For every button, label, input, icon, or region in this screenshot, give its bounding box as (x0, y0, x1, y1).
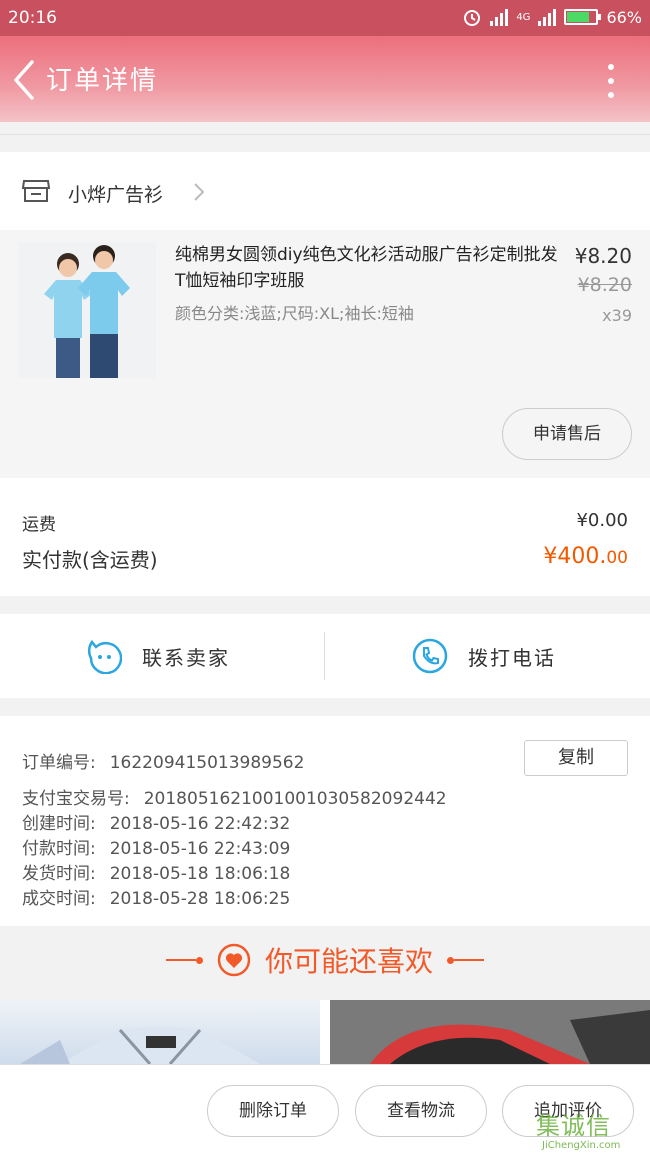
contact-bar: 联系卖家 拨打电话 (0, 614, 650, 698)
heart-circle-icon (217, 943, 251, 977)
back-arrow-icon[interactable] (10, 58, 40, 102)
after-sale-button[interactable]: 申请售后 (502, 408, 632, 460)
order-info: 订单编号: 162209415013989562 复制 支付宝交易号: 201805… (0, 716, 650, 926)
battery-level: 66% (606, 7, 642, 27)
recommend-header: 你可能还喜欢 (0, 926, 650, 994)
order-number-label: 订单编号: (22, 753, 96, 773)
shop-name[interactable]: 小烨广告衫 (68, 180, 163, 207)
watermark-text: 集诚信 (536, 1112, 611, 1140)
divider (324, 632, 325, 680)
completed-time-row: 成交时间: 2018-05-28 18:06:25 (22, 884, 290, 909)
decor-dash-left (165, 956, 203, 964)
paid-label: 实付款(含运费) (22, 548, 158, 572)
recommend-product-image[interactable] (330, 1000, 650, 1064)
divider (0, 134, 650, 135)
product-quantity: x39 (602, 306, 632, 325)
created-time-value: 2018-05-16 22:42:32 (109, 814, 291, 834)
alipay-number-label: 支付宝交易号: (22, 789, 130, 809)
watermark-url: JiChengXin.com (542, 1140, 621, 1151)
app-header: 订单详情 (0, 36, 650, 122)
alipay-number-row: 支付宝交易号: 2018051621001001030582092442 (22, 784, 447, 809)
shipped-time-row: 发货时间: 2018-05-18 18:06:18 (22, 859, 290, 884)
contact-seller-button[interactable]: 联系卖家 (86, 614, 230, 698)
shipping-label: 运费 (22, 515, 56, 535)
call-label: 拨打电话 (468, 645, 556, 670)
status-bar: 20:16 4G 66% (0, 0, 650, 36)
network-type: 4G (516, 11, 531, 23)
contact-seller-label: 联系卖家 (142, 645, 230, 670)
recommend-grid (0, 1000, 650, 1064)
order-number-row: 订单编号: 162209415013989562 (22, 748, 304, 773)
chevron-right-icon (194, 183, 205, 201)
completed-time-label: 成交时间: (22, 889, 96, 909)
paid-main: ¥400. (543, 544, 607, 569)
status-time: 20:16 (8, 8, 57, 28)
order-item[interactable]: 纯棉男女圆领diy纯色文化衫活动服广告衫定制批发T恤短袖印字班服 颜色分类:浅蓝… (0, 230, 650, 478)
completed-time-value: 2018-05-28 18:06:25 (109, 889, 291, 909)
product-sku: 颜色分类:浅蓝;尺码:XL;袖长:短袖 (175, 304, 414, 323)
signal-icon-2 (538, 8, 557, 26)
call-button[interactable]: 拨打电话 (412, 614, 556, 698)
shop-row[interactable]: 小烨广告衫 (0, 152, 650, 230)
decor-dash-right (447, 956, 484, 964)
signal-icon (490, 8, 509, 26)
product-image[interactable] (18, 242, 156, 378)
paid-decimal: 00 (606, 548, 628, 568)
paid-time-value: 2018-05-16 22:43:09 (109, 839, 291, 859)
created-time-row: 创建时间: 2018-05-16 22:42:32 (22, 809, 290, 834)
phone-icon (412, 638, 448, 674)
product-title[interactable]: 纯棉男女圆领diy纯色文化衫活动服广告衫定制批发T恤短袖印字班服 (175, 242, 560, 294)
view-logistics-button[interactable]: 查看物流 (355, 1085, 487, 1137)
recommend-title: 你可能还喜欢 (264, 945, 433, 978)
product-price: ¥8.20 (574, 244, 632, 268)
recommend-product-image[interactable] (0, 1000, 320, 1064)
battery-icon (564, 9, 602, 25)
more-menu-icon[interactable] (606, 64, 616, 98)
alipay-number-value: 2018051621001001030582092442 (143, 789, 447, 809)
store-icon (22, 180, 50, 202)
chat-bubble-icon (87, 639, 122, 674)
alarm-icon (464, 10, 481, 26)
paid-time-label: 付款时间: (22, 839, 96, 859)
created-time-label: 创建时间: (22, 814, 96, 834)
watermark-logo: 集诚信 JiChengXin.com (532, 1104, 650, 1155)
shipping-value: ¥0.00 (576, 510, 628, 531)
delete-order-button[interactable]: 删除订单 (207, 1085, 339, 1137)
paid-amount: ¥400.00 (543, 544, 628, 569)
paid-time-row: 付款时间: 2018-05-16 22:43:09 (22, 834, 290, 859)
product-original-price: ¥8.20 (577, 274, 632, 296)
shipped-time-value: 2018-05-18 18:06:18 (109, 864, 291, 884)
order-number-value: 162209415013989562 (109, 753, 305, 773)
fee-summary: 运费 ¥0.00 实付款(含运费) ¥400.00 (0, 478, 650, 596)
copy-button[interactable]: 复制 (524, 740, 628, 776)
page-title: 订单详情 (46, 66, 159, 96)
shipped-time-label: 发货时间: (22, 864, 96, 884)
